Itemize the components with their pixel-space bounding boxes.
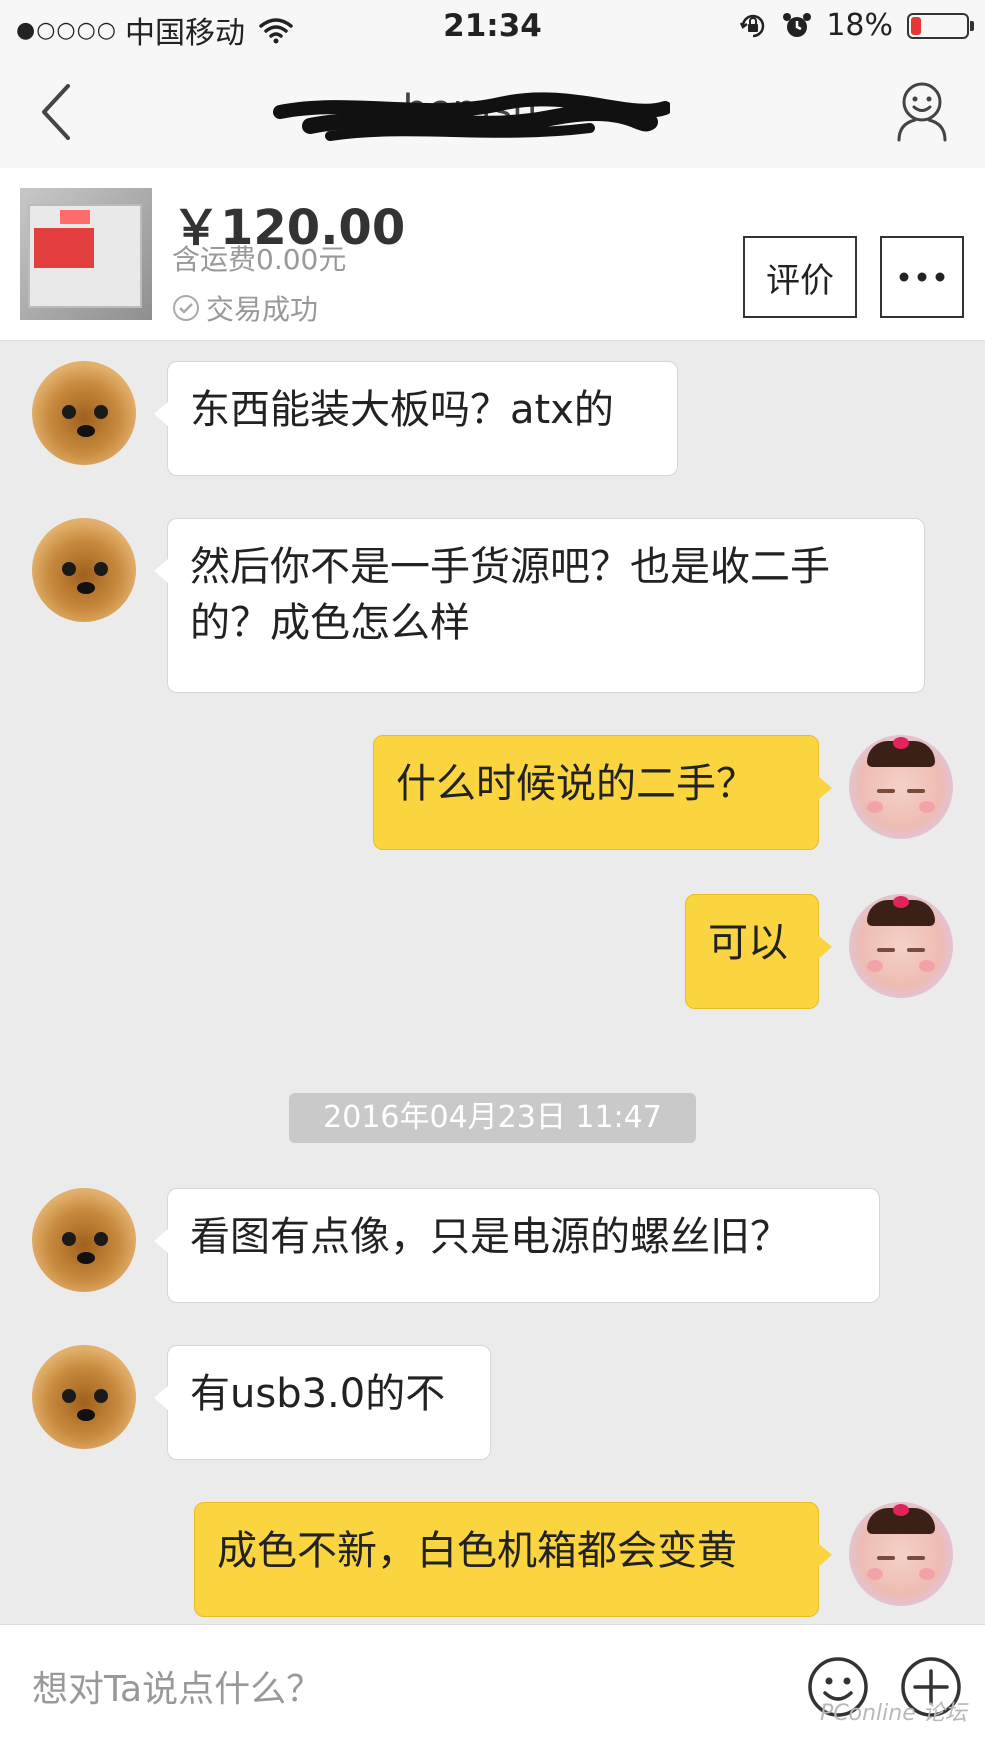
contact-avatar[interactable] xyxy=(32,361,136,465)
contact-avatar[interactable] xyxy=(32,1345,136,1449)
message-timestamp: 2016年04月23日 11:47 xyxy=(289,1093,696,1143)
incoming-message-bubble[interactable]: 东西能装大板吗？atx的 xyxy=(154,361,678,476)
rotation-lock-icon xyxy=(740,14,765,37)
check-circle-icon xyxy=(173,295,199,321)
transaction-status: 交易成功 xyxy=(172,288,318,328)
outgoing-message-bubble[interactable]: 什么时候说的二手？ xyxy=(373,735,832,850)
my-avatar[interactable] xyxy=(849,735,953,839)
battery-percentage: 18% xyxy=(826,8,893,43)
more-options-button[interactable] xyxy=(880,236,964,318)
incoming-message-bubble[interactable]: 然后你不是一手货源吧？也是收二手的？成色怎么样 xyxy=(154,518,925,693)
incoming-message-bubble[interactable]: 看图有点像，只是电源的螺丝旧？ xyxy=(154,1188,880,1303)
navigation-bar: hemsu xyxy=(0,54,985,168)
outgoing-message-bubble[interactable]: 可以 xyxy=(685,894,832,1009)
status-bar: ●○○○○ 中国移动 21:34 18% xyxy=(0,0,985,54)
outgoing-message-bubble[interactable]: 成色不新，白色机箱都会变黄 xyxy=(194,1502,832,1617)
more-dots-icon xyxy=(899,272,945,282)
alarm-clock-icon xyxy=(783,12,812,37)
review-button[interactable]: 评价 xyxy=(743,236,857,318)
product-thumbnail[interactable] xyxy=(20,188,152,320)
status-right: 18% xyxy=(738,8,974,43)
shipping-fee: 含运费0.00元 xyxy=(172,243,347,276)
message-list[interactable]: 东西能装大板吗？atx的 然后你不是一手货源吧？也是收二手的？成色怎么样 什么时… xyxy=(0,341,985,1624)
status-text: 交易成功 xyxy=(206,293,319,326)
chevron-left-icon[interactable] xyxy=(36,80,76,144)
my-avatar[interactable] xyxy=(849,1502,953,1606)
contact-avatar[interactable] xyxy=(32,1188,136,1292)
pc-case-light-top xyxy=(60,210,90,224)
contact-avatar[interactable] xyxy=(32,518,136,622)
my-avatar[interactable] xyxy=(849,894,953,998)
message-input[interactable] xyxy=(30,1653,794,1725)
pc-case-light xyxy=(34,228,94,268)
battery-level-fill xyxy=(911,16,921,35)
battery-icon xyxy=(907,12,974,39)
product-card[interactable]: ￥120.00 含运费0.00元 交易成功 评价 xyxy=(0,168,985,341)
site-watermark: PConline 论坛 xyxy=(820,1701,967,1726)
incoming-message-bubble[interactable]: 有usb3.0的不 xyxy=(154,1345,491,1460)
redaction-scribble xyxy=(273,92,670,141)
user-profile-icon[interactable] xyxy=(895,80,949,142)
message-input-bar: PConline 论坛 xyxy=(0,1624,985,1753)
